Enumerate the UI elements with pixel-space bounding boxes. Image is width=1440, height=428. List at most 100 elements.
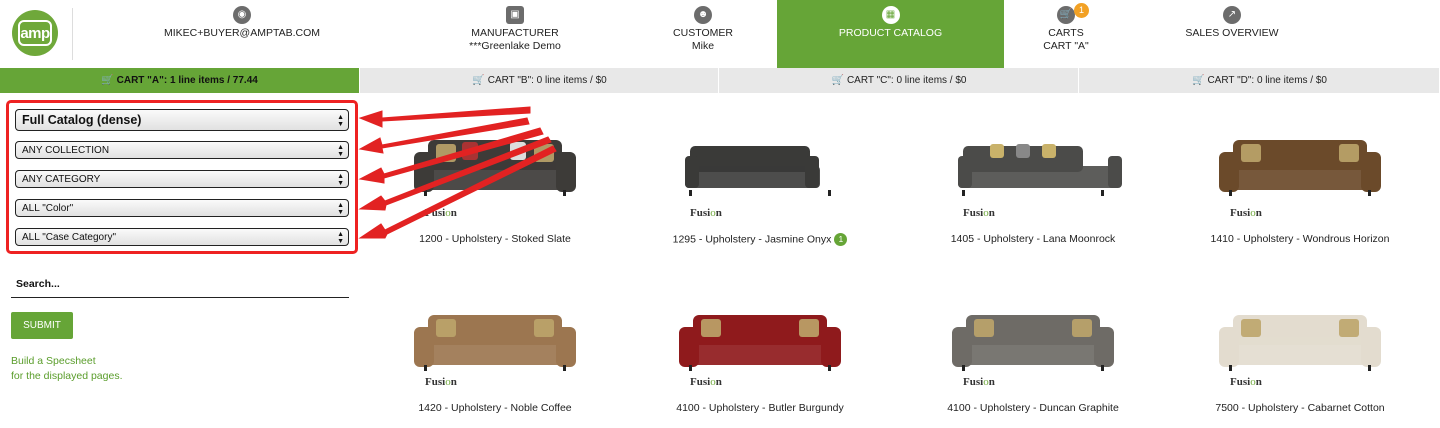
sofa-image [958, 144, 1122, 196]
cart-icon: 🛒 [1191, 75, 1205, 86]
product-caption[interactable]: 1295 - Upholstery - Jasmine Onyx 1 [660, 233, 860, 246]
brand-prefix: Fusi [690, 376, 711, 388]
catalog-label: PRODUCT CATALOG [838, 27, 943, 39]
nav-customer[interactable]: ☻ CUSTOMER Mike [640, 0, 766, 68]
product-caption[interactable]: 4100 - Upholstery - Butler Burgundy [660, 402, 860, 414]
brand-prefix: Fusi [1230, 376, 1251, 388]
brand-suffix: n [988, 376, 995, 388]
fusion-brand-logo: Fusion [963, 376, 995, 388]
cart-tab-b[interactable]: 🛒 CART "B": 0 line items / $0 [361, 68, 719, 93]
product-name: Lana Moonrock [1042, 233, 1116, 245]
fusion-brand-logo: Fusion [425, 376, 457, 388]
product-caption[interactable]: 1200 - Upholstery - Stoked Slate [395, 233, 595, 245]
product-name: Jasmine Onyx [764, 233, 832, 246]
product-tile[interactable]: Fusion 7500 - Upholstery - Cabarnet Cotto… [1200, 293, 1400, 414]
brand-prefix: Fusi [425, 207, 446, 219]
product-tile[interactable]: Fusion 1295 - Upholstery - Jasmine Onyx 1 [660, 118, 860, 246]
brand-suffix: n [1255, 376, 1262, 388]
product-name: Duncan Graphite [1039, 402, 1119, 414]
brand-suffix: n [450, 376, 457, 388]
product-code: 4100 - Upholstery - [676, 402, 769, 414]
product-tile[interactable]: Fusion 4100 - Upholstery - Duncan Graphit… [933, 293, 1133, 414]
cart-tab-c[interactable]: 🛒 CART "C": 0 line items / $0 [720, 68, 1079, 93]
nav-sales-overview[interactable]: ↗ SALES OVERVIEW [1170, 0, 1294, 68]
product-caption[interactable]: 1410 - Upholstery - Wondrous Horizon [1200, 233, 1400, 245]
category-select[interactable]: ANY CATEGORY ▲ ▼ [15, 170, 349, 188]
case-category-select[interactable]: ALL "Case Category" ▲ ▼ [15, 228, 349, 246]
cart-icon: 🛒 [831, 75, 844, 86]
cart-tab-d[interactable]: 🛒 CART "D": 0 line items / $0 [1080, 68, 1440, 93]
product-code: 1410 - Upholstery - [1210, 233, 1303, 245]
cart-icon: 🛒 [1057, 6, 1075, 24]
build-specsheet-link[interactable]: Build a Specsheet for the displayed page… [11, 354, 123, 384]
select-arrows-icon: ▲ ▼ [337, 231, 344, 245]
amp-logo[interactable]: amp [12, 10, 58, 56]
user-email: MIKEC+BUYER@AMPTAB.COM [163, 27, 321, 39]
brand-prefix: Fusi [963, 376, 984, 388]
cart-tab-label: CART "A": 1 line items / 77.44 [116, 75, 258, 86]
product-caption[interactable]: 1405 - Upholstery - Lana Moonrock [933, 233, 1133, 245]
cart-tab-bar: 🛒 CART "A": 1 line items / 77.44 🛒 CART "B… [0, 68, 1440, 93]
carts-label: CARTS [1048, 27, 1084, 39]
nav-product-catalog[interactable]: ▦ PRODUCT CATALOG [777, 0, 1004, 68]
lock-icon: ◉ [233, 6, 251, 24]
product-tile[interactable]: Fusion 4100 - Upholstery - Butler Burgund… [660, 293, 860, 414]
nav-carts[interactable]: 🛒 1 CARTS CART "A" [1018, 0, 1114, 68]
filter-panel-highlight: Full Catalog (dense) ▲ ▼ ANY COLLECTION ▲… [6, 100, 358, 254]
brand-suffix: n [1255, 207, 1262, 219]
cart-icon: 🛒 [101, 75, 114, 86]
brand-suffix: n [988, 207, 995, 219]
product-caption[interactable]: 1420 - Upholstery - Noble Coffee [395, 402, 595, 414]
collection-select[interactable]: ANY COLLECTION ▲ ▼ [15, 141, 349, 159]
sofa-image [1219, 315, 1381, 371]
category-select-value: ANY CATEGORY [22, 174, 101, 185]
brand-suffix: n [450, 207, 457, 219]
search-input[interactable]: Search... [11, 273, 349, 298]
brand-prefix: Fusi [1230, 207, 1251, 219]
users-icon: ☻ [694, 6, 712, 24]
product-code: 7500 - Upholstery - [1215, 402, 1308, 414]
sofa-image [414, 315, 576, 371]
fusion-brand-logo: Fusion [690, 207, 722, 219]
product-tile[interactable]: Fusion 1420 - Upholstery - Noble Coffee [395, 293, 595, 414]
product-code: 4100 - Upholstery - [947, 402, 1040, 414]
brand-prefix: Fusi [690, 207, 711, 219]
cart-tab-label: CART "D": 0 line items / $0 [1207, 75, 1327, 86]
cart-tab-a[interactable]: 🛒 CART "A": 1 line items / 77.44 [0, 68, 360, 93]
top-navigation: amp ◉ MIKEC+BUYER@AMPTAB.COM ▣ MANUFACTU… [0, 0, 1440, 68]
product-tile[interactable]: Fusion 1200 - Upholstery - Stoked Slate [395, 118, 595, 245]
brand-prefix: Fusi [963, 207, 984, 219]
sofa-image [952, 315, 1114, 371]
sofa-image [1219, 140, 1381, 196]
submit-button[interactable]: SUBMIT [11, 312, 73, 339]
product-tile[interactable]: Fusion 1410 - Upholstery - Wondrous Horiz… [1200, 118, 1400, 245]
fusion-brand-logo: Fusion [690, 376, 722, 388]
product-name: Butler Burgundy [768, 402, 844, 414]
search-placeholder: Search... [16, 278, 60, 290]
cart-icon: 🛒 [472, 75, 485, 86]
product-name: Stoked Slate [511, 233, 571, 245]
product-tile[interactable]: Fusion 1405 - Upholstery - Lana Moonrock [933, 118, 1133, 245]
product-caption[interactable]: 7500 - Upholstery - Cabarnet Cotton [1200, 402, 1400, 414]
select-arrows-icon: ▲ ▼ [337, 173, 344, 187]
carts-value: CART "A" [1043, 40, 1089, 52]
color-select-value: ALL "Color" [22, 203, 74, 214]
catalog-select[interactable]: Full Catalog (dense) ▲ ▼ [15, 109, 349, 131]
product-name: Wondrous Horizon [1302, 233, 1390, 245]
product-code: 1420 - Upholstery - [418, 402, 511, 414]
color-select[interactable]: ALL "Color" ▲ ▼ [15, 199, 349, 217]
nav-user-account[interactable]: ◉ MIKEC+BUYER@AMPTAB.COM [160, 0, 324, 68]
brand-suffix: n [715, 376, 722, 388]
customer-label: CUSTOMER [673, 27, 733, 39]
collection-select-value: ANY COLLECTION [22, 145, 110, 156]
chart-line-icon: ↗ [1223, 6, 1241, 24]
sales-label: SALES OVERVIEW [1185, 27, 1279, 39]
fusion-brand-logo: Fusion [963, 207, 995, 219]
nav-manufacturer[interactable]: ▣ MANUFACTURER ***Greenlake Demo [440, 0, 590, 68]
manufacturer-label: MANUFACTURER [471, 27, 559, 39]
product-code: 1295 - Upholstery - [672, 233, 765, 246]
customer-value: Mike [691, 40, 715, 52]
logo-text: amp [18, 20, 52, 46]
product-name: Noble Coffee [510, 402, 572, 414]
product-caption[interactable]: 4100 - Upholstery - Duncan Graphite [933, 402, 1133, 414]
